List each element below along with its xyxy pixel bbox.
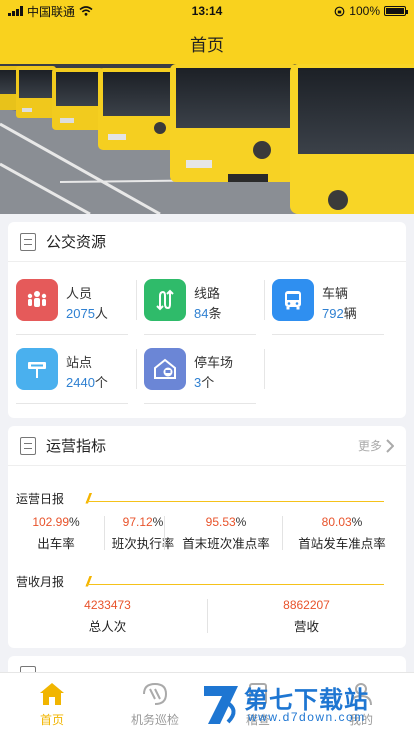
more-label: 更多 — [357, 439, 382, 453]
resource-value: 84条 — [194, 306, 222, 321]
resource-routes[interactable]: 线路 84条 — [144, 279, 256, 335]
resource-stations[interactable]: 站点 2440个 — [16, 348, 128, 404]
resource-value: 792辆 — [322, 306, 357, 321]
resource-label: 站点 — [66, 355, 93, 370]
resource-label: 人员 — [66, 286, 93, 301]
document-icon — [20, 232, 36, 251]
resource-parking-lots[interactable]: 停车场 3个 — [144, 348, 256, 404]
card-title: 运营指标 — [46, 438, 107, 455]
metric-total-passengers[interactable]: 4233473 总人次 — [8, 598, 207, 635]
document-icon — [20, 436, 36, 455]
bus-resources-card: 公交资源 人员 2075人 线路 84条 车辆 792辆 站点 2440个 停车… — [8, 222, 406, 418]
wifi-icon — [79, 6, 93, 16]
home-icon — [12, 681, 92, 707]
resource-label: 线路 — [194, 286, 221, 301]
tab-home[interactable]: 首页 — [12, 681, 92, 728]
divider — [164, 516, 165, 550]
daily-report-label: 运营日报 — [16, 492, 65, 506]
resource-value: 2440个 — [66, 375, 108, 390]
signal-icon — [8, 6, 23, 16]
tab-label: 机务巡检 — [130, 713, 179, 727]
status-bar: 中国联通 13:14 100% — [0, 0, 414, 22]
card-header: 运营指标 更多 — [8, 426, 406, 466]
chevron-right-icon — [386, 438, 394, 453]
resource-value: 3个 — [194, 375, 215, 390]
bus-stop-icon — [16, 348, 58, 390]
watermark-url: www.d7down.com — [248, 710, 366, 724]
divider — [264, 349, 265, 389]
route-icon — [144, 279, 186, 321]
divider — [282, 516, 283, 550]
bus-fleet-photo — [0, 64, 414, 214]
tab-label: 首页 — [39, 713, 64, 727]
people-icon — [16, 279, 58, 321]
parking-lot-icon — [144, 348, 186, 390]
resource-label: 停车场 — [194, 355, 234, 370]
bus-icon — [272, 279, 314, 321]
tab-bar: 首页 机务巡检 稽查 我的 第七下载站 www.d7down.com — [0, 672, 414, 736]
metric-first-last-punctuality[interactable]: 95.53% 首末班次准点率 — [168, 515, 284, 552]
inspection-icon — [115, 681, 195, 707]
nav-bar: 首页 — [0, 22, 414, 64]
divider — [136, 349, 137, 389]
metric-first-stop-punctuality[interactable]: 80.03% 首站发车准点率 — [284, 515, 400, 552]
tab-inspection[interactable]: 机务巡检 — [115, 681, 195, 728]
more-link[interactable]: 更多 — [358, 437, 394, 454]
metric-revenue[interactable]: 8862207 营收 — [207, 598, 406, 635]
orientation-lock-icon — [334, 6, 345, 16]
resource-label: 车辆 — [322, 286, 349, 301]
battery-icon — [384, 6, 408, 16]
carrier-name: 中国联通 — [27, 4, 76, 19]
card-header: 公交资源 — [8, 222, 406, 262]
monthly-revenue-label: 营收月报 — [16, 575, 65, 589]
section-divider: // — [86, 573, 384, 589]
section-divider: // — [86, 490, 384, 506]
divider — [136, 280, 137, 320]
page-title: 首页 — [190, 35, 224, 55]
resource-vehicles[interactable]: 车辆 792辆 — [272, 279, 384, 335]
site-logo-icon — [204, 686, 238, 724]
battery-percent: 100% — [349, 4, 380, 18]
watermark: 第七下载站 www.d7down.com — [200, 676, 410, 732]
operations-card: 运营指标 更多 运营日报 // 102.99% 出车率 97.12% 班次执行率… — [8, 426, 406, 648]
divider — [264, 280, 265, 320]
resource-personnel[interactable]: 人员 2075人 — [16, 279, 128, 335]
resource-value: 2075人 — [66, 306, 108, 321]
banner-image[interactable] — [0, 64, 414, 214]
metric-dispatch-rate[interactable]: 102.99% 出车率 — [8, 515, 104, 552]
card-title: 公交资源 — [46, 234, 107, 251]
